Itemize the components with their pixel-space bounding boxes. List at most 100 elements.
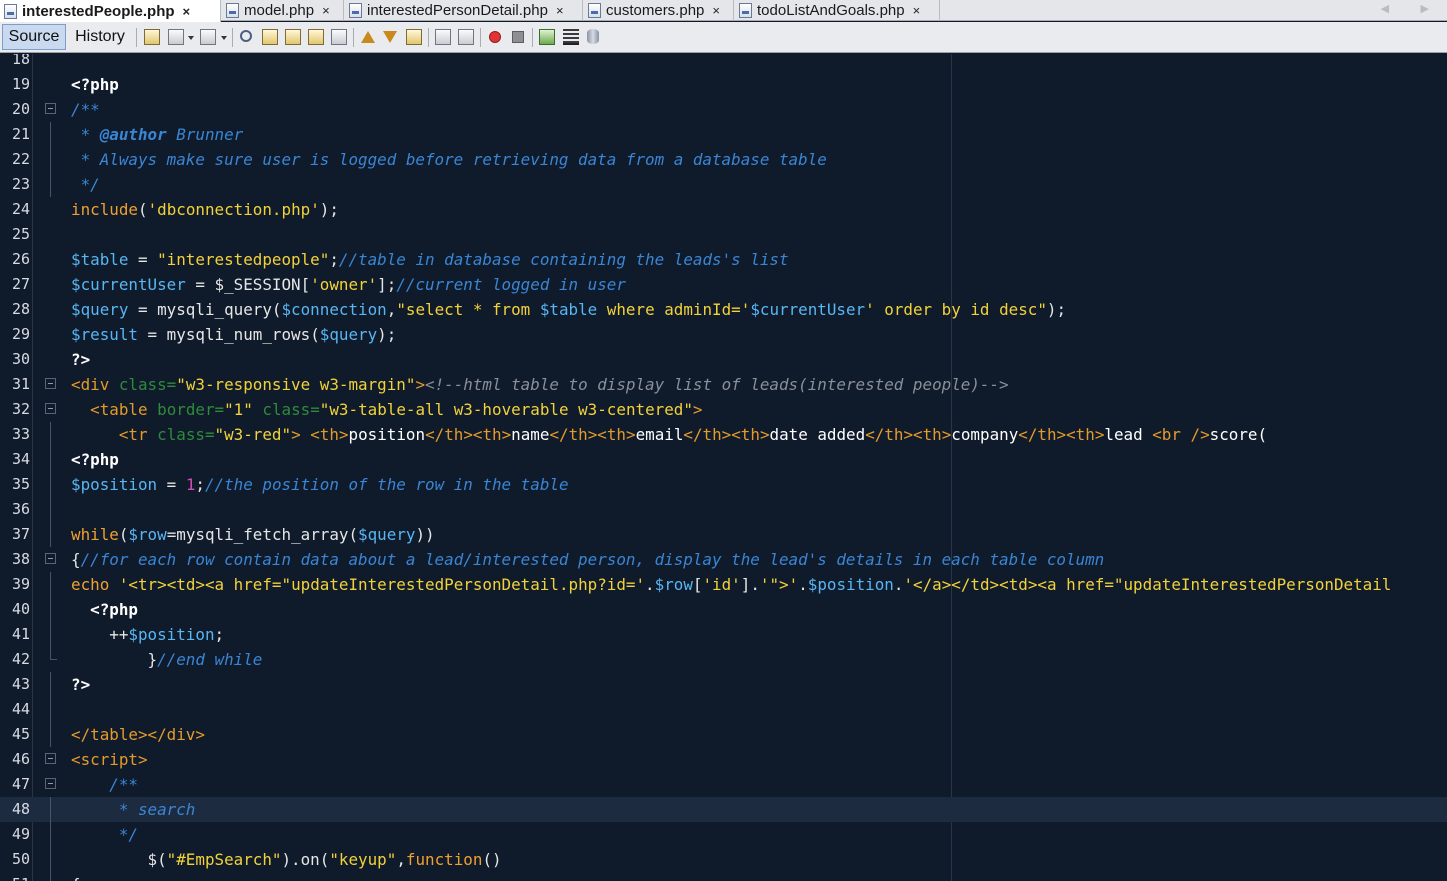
code-token: $( — [71, 850, 167, 869]
find-icon[interactable] — [240, 30, 252, 42]
code-token: //end while — [157, 650, 263, 669]
code-text: <script> — [71, 749, 148, 770]
toggle-bookmark-icon[interactable] — [406, 29, 422, 45]
code-text: while($row=mysqli_fetch_array($query)) — [71, 524, 435, 545]
fold-toggle-icon[interactable] — [45, 778, 56, 789]
chevron-down-icon[interactable] — [221, 36, 227, 40]
tab-interestedpersondetail[interactable]: interestedPersonDetail.php × — [345, 0, 583, 21]
code-text: $position = 1;//the position of the row … — [71, 474, 569, 495]
code-line[interactable]: 24 include('dbconnection.php'); — [0, 197, 1447, 222]
comment-icon[interactable] — [539, 29, 555, 45]
code-line[interactable]: 32 <table border="1" class="w3-table-all… — [0, 397, 1447, 422]
tab-interestedpeople[interactable]: interestedPeople.php × — [0, 0, 221, 22]
tab-label: interestedPeople.php — [22, 2, 175, 20]
code-line[interactable]: 21 * @author Brunner — [0, 122, 1447, 147]
code-line[interactable]: 33 <tr class="w3-red"> <th>position</th>… — [0, 422, 1447, 447]
uncomment-icon[interactable] — [563, 29, 579, 45]
code-line[interactable]: 34 <?php — [0, 447, 1447, 472]
start-macro-icon[interactable] — [489, 31, 501, 43]
code-token: = mysqli_num_rows( — [137, 325, 320, 344]
code-line[interactable]: 38 {//for each row contain data about a l… — [0, 547, 1447, 572]
last-edit-icon[interactable] — [144, 29, 160, 45]
code-line[interactable]: 42 }//end while — [0, 647, 1447, 672]
line-number: 24 — [11, 200, 30, 218]
code-token: border= — [157, 400, 225, 419]
code-line[interactable]: 19 <?php — [0, 72, 1447, 97]
fold-toggle-icon[interactable] — [45, 103, 56, 114]
forward-icon[interactable] — [200, 29, 216, 45]
code-line[interactable]: 36 — [0, 497, 1447, 522]
close-tab-icon[interactable]: × — [913, 3, 921, 18]
fold-guide — [50, 122, 51, 147]
code-line[interactable]: 47 /** — [0, 772, 1447, 797]
toggle-selection-icon[interactable] — [331, 29, 347, 45]
fold-toggle-icon[interactable] — [45, 403, 56, 414]
fold-toggle-icon[interactable] — [45, 753, 56, 764]
code-token: </table></div> — [71, 725, 205, 744]
code-line[interactable]: 46 <script> — [0, 747, 1447, 772]
line-number: 49 — [11, 825, 30, 843]
toggle-highlight-icon[interactable] — [308, 29, 324, 45]
code-line[interactable]: 37 while($row=mysqli_fetch_array($query)) — [0, 522, 1447, 547]
code-line[interactable]: 25 — [0, 222, 1447, 247]
tab-customers[interactable]: customers.php × — [584, 0, 734, 21]
tab-model[interactable]: model.php × — [222, 0, 344, 21]
code-line[interactable]: 49 */ — [0, 822, 1447, 847]
code-token: class= — [252, 400, 320, 419]
code-line[interactable]: 51 { — [0, 872, 1447, 881]
code-token: $query — [319, 325, 378, 344]
code-line[interactable]: 45 </table></div> — [0, 722, 1447, 747]
code-line[interactable]: 48 * search — [0, 797, 1447, 822]
fold-guide — [50, 472, 51, 497]
code-line[interactable]: 50 $("#EmpSearch").on("keyup",function() — [0, 847, 1447, 872]
code-line[interactable]: 44 — [0, 697, 1447, 722]
code-line[interactable]: 26 $table = "interestedpeople";//table in… — [0, 247, 1447, 272]
code-line[interactable]: 28 $query = mysqli_query($connection,"sel… — [0, 297, 1447, 322]
code-line[interactable]: 23 */ — [0, 172, 1447, 197]
code-text: * Always make sure user is logged before… — [71, 149, 827, 170]
close-tab-icon[interactable]: × — [712, 3, 720, 18]
code-token: email — [635, 425, 684, 444]
code-line[interactable]: 30 ?> — [0, 347, 1447, 372]
database-icon[interactable] — [587, 29, 599, 44]
shift-left-icon[interactable] — [435, 29, 451, 45]
code-line[interactable]: 40 <?php — [0, 597, 1447, 622]
close-tab-icon[interactable]: × — [556, 3, 564, 18]
code-line[interactable]: 41 ++$position; — [0, 622, 1447, 647]
tab-todolistandgoals[interactable]: todoListAndGoals.php × — [735, 0, 940, 21]
line-number: 22 — [11, 150, 30, 168]
php-file-icon — [349, 3, 362, 18]
close-tab-icon[interactable]: × — [322, 3, 330, 18]
code-line[interactable]: 29 $result = mysqli_num_rows($query); — [0, 322, 1447, 347]
code-text: </table></div> — [71, 724, 205, 745]
back-icon[interactable] — [168, 29, 184, 45]
code-line[interactable]: 27 $currentUser = $_SESSION['owner'];//cu… — [0, 272, 1447, 297]
code-line[interactable]: 39 echo '<tr><td><a href="updateIntereste… — [0, 572, 1447, 597]
code-line[interactable]: 35 $position = 1;//the position of the ro… — [0, 472, 1447, 497]
code-line[interactable]: 20 /** — [0, 97, 1447, 122]
history-view-button[interactable]: History — [68, 24, 132, 50]
code-line[interactable]: 22 * Always make sure user is logged bef… — [0, 147, 1447, 172]
shift-right-icon[interactable] — [458, 29, 474, 45]
fold-guide — [50, 672, 51, 697]
stop-macro-icon[interactable] — [512, 31, 524, 43]
chevron-down-icon[interactable] — [188, 36, 194, 40]
next-bookmark-icon[interactable] — [383, 31, 397, 43]
fold-guide — [50, 872, 51, 881]
code-token: ); — [377, 325, 397, 344]
fold-guide — [50, 522, 51, 547]
code-line[interactable]: 18 — [0, 54, 1447, 72]
close-tab-icon[interactable]: × — [183, 4, 191, 19]
previous-bookmark-icon[interactable] — [361, 31, 375, 43]
code-line[interactable]: 31 <div class="w3-responsive w3-margin"><… — [0, 372, 1447, 397]
code-editor[interactable]: 18 19 <?php 20/** 21 * @author Brunner 22 * A… — [0, 54, 1447, 881]
fold-toggle-icon[interactable] — [45, 553, 56, 564]
source-view-button[interactable]: Source — [2, 24, 66, 50]
fold-toggle-icon[interactable] — [45, 378, 56, 389]
code-text: $("#EmpSearch").on("keyup",function() — [71, 849, 502, 870]
find-previous-icon[interactable] — [262, 29, 278, 45]
code-token: $query — [358, 525, 416, 544]
code-line[interactable]: 43 ?> — [0, 672, 1447, 697]
find-next-icon[interactable] — [285, 29, 301, 45]
tab-scroll-arrows[interactable]: ◀ ▶ — [1381, 2, 1443, 15]
